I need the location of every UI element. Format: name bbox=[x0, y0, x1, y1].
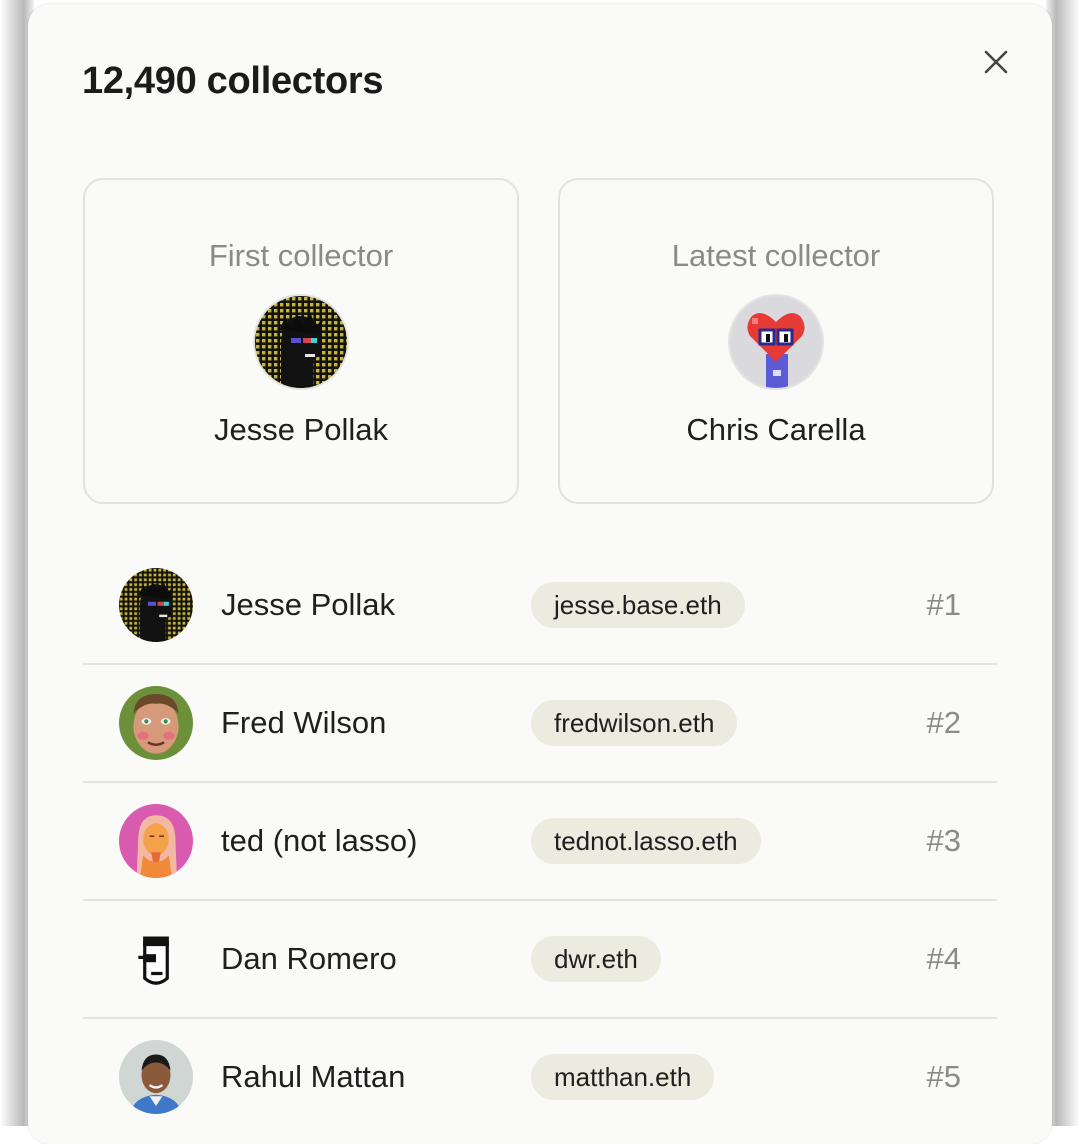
line-art-face-avatar-icon bbox=[119, 922, 193, 996]
collector-rank: #5 bbox=[926, 1059, 961, 1094]
latest-collector-label: Latest collector bbox=[671, 238, 881, 273]
avatar bbox=[119, 568, 193, 642]
avatar bbox=[119, 1040, 193, 1114]
avatar bbox=[119, 686, 193, 760]
list-item[interactable]: Rahul Mattan matthan.eth #5 bbox=[83, 1019, 997, 1137]
first-collector-label: First collector bbox=[208, 238, 394, 273]
collector-rank: #2 bbox=[926, 705, 961, 740]
first-collector-card[interactable]: First collector Jesse Pollak bbox=[83, 178, 519, 504]
collector-name: Fred Wilson bbox=[221, 705, 387, 740]
collector-name: ted (not lasso) bbox=[221, 823, 418, 858]
list-item[interactable]: ted (not lasso) tednot.lasso.eth #3 bbox=[83, 783, 997, 901]
collector-name: Rahul Mattan bbox=[221, 1059, 406, 1094]
pixel-punk-avatar-icon bbox=[119, 568, 193, 642]
avatar bbox=[119, 922, 193, 996]
avatar bbox=[255, 296, 347, 388]
ens-badge[interactable]: dwr.eth bbox=[531, 936, 661, 982]
ens-badge[interactable]: matthan.eth bbox=[531, 1054, 715, 1100]
collector-name: Jesse Pollak bbox=[221, 587, 396, 622]
modal-title: 12,490 collectors bbox=[82, 60, 384, 102]
list-item[interactable]: Dan Romero dwr.eth #4 bbox=[83, 901, 997, 1019]
pixel-punk-avatar-icon bbox=[255, 296, 347, 388]
list-item[interactable]: Jesse Pollak jesse.base.eth #1 bbox=[83, 547, 997, 665]
cartoon-face-avatar-icon bbox=[119, 686, 193, 760]
close-icon bbox=[984, 50, 1008, 74]
pixel-heart-avatar-icon bbox=[730, 296, 822, 388]
avatar bbox=[730, 296, 822, 388]
collector-name: Dan Romero bbox=[221, 941, 397, 976]
first-collector-name: Jesse Pollak bbox=[213, 412, 389, 447]
latest-collector-card[interactable]: Latest collector Chris Carella bbox=[558, 178, 994, 504]
ens-badge[interactable]: fredwilson.eth bbox=[531, 700, 738, 746]
collector-rank: #4 bbox=[926, 941, 961, 976]
photo-portrait-avatar-icon bbox=[119, 1040, 193, 1114]
list-item[interactable]: Fred Wilson fredwilson.eth #2 bbox=[83, 665, 997, 783]
latest-collector-name: Chris Carella bbox=[686, 412, 866, 447]
collector-rank: #3 bbox=[926, 823, 961, 858]
ens-badge[interactable]: tednot.lasso.eth bbox=[531, 818, 761, 864]
collectors-modal: 12,490 collectors First collector Jesse … bbox=[28, 4, 1052, 1144]
close-button[interactable] bbox=[978, 44, 1014, 80]
ens-badge[interactable]: jesse.base.eth bbox=[531, 582, 745, 628]
collector-rank: #1 bbox=[926, 587, 961, 622]
illustrated-portrait-avatar-icon bbox=[119, 804, 193, 878]
avatar bbox=[119, 804, 193, 878]
collectors-list: Jesse Pollak jesse.base.eth #1 Fred Wils… bbox=[83, 547, 997, 1137]
